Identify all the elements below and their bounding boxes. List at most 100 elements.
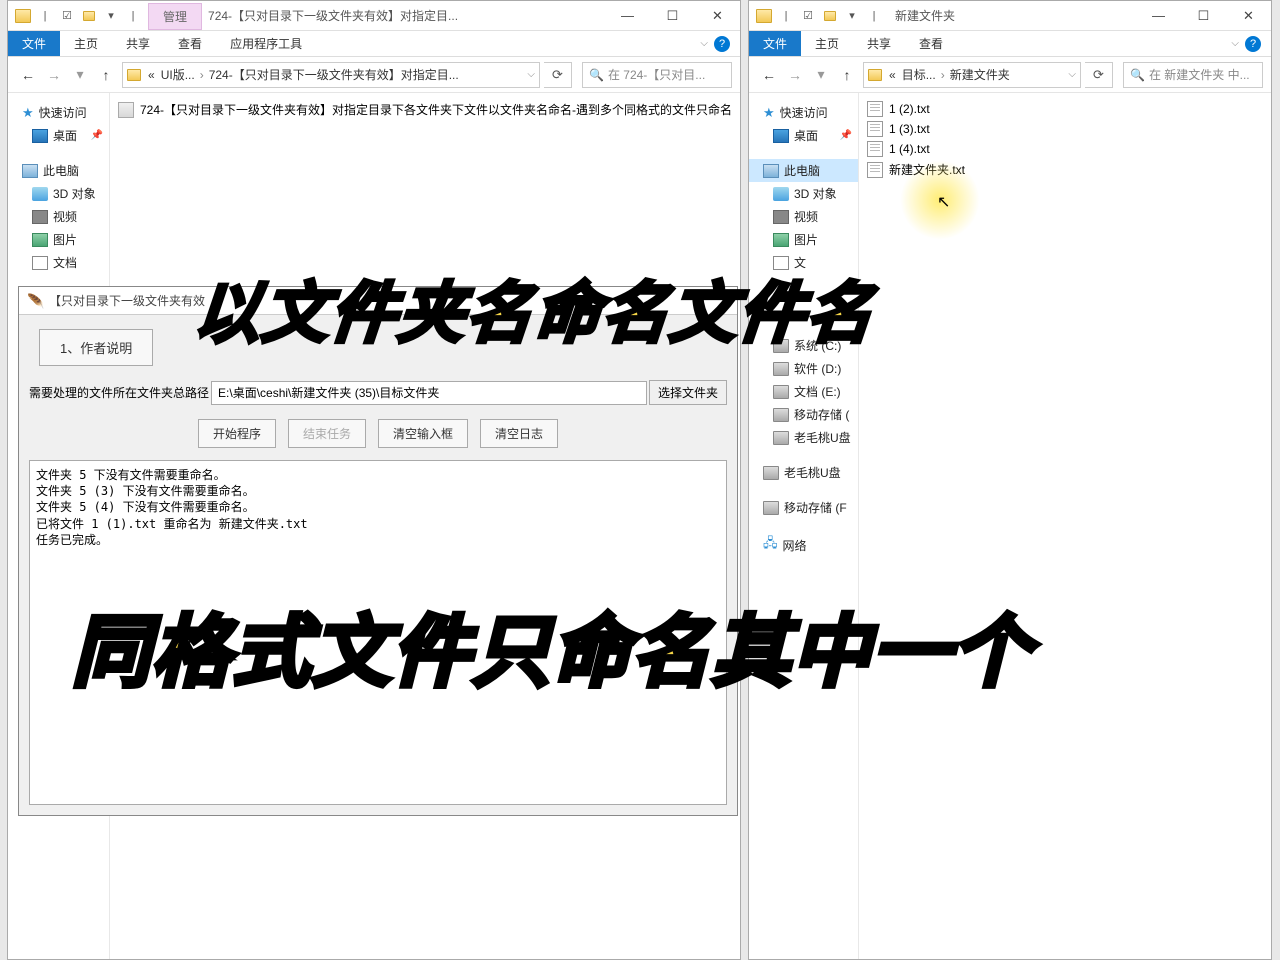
txt-icon xyxy=(867,121,883,137)
forward-button[interactable]: → xyxy=(783,63,807,87)
breadcrumb-prefix: « xyxy=(145,68,158,82)
sidebar-3d-objects[interactable]: 3D 对象 xyxy=(749,182,858,205)
search-input[interactable]: 🔍 在 724-【只对目... xyxy=(582,62,732,88)
explorer-body: ★快速访问 桌面📌 此电脑 3D 对象 视频 图片 文 系统 (C:) 软件 (… xyxy=(749,93,1271,959)
up-button[interactable]: ↑ xyxy=(94,63,118,87)
refresh-button[interactable]: ⟳ xyxy=(1085,62,1113,88)
breadcrumb-item[interactable]: 新建文件夹 xyxy=(947,66,1013,83)
search-input[interactable]: 🔍 在 新建文件夹 中... xyxy=(1123,62,1263,88)
cube-icon xyxy=(773,187,789,201)
address-dropdown-icon[interactable]: ⌵ xyxy=(527,69,535,80)
sidebar-usb2[interactable]: 老毛桃U盘 xyxy=(749,461,858,484)
recent-dropdown-icon[interactable]: ▾ xyxy=(809,63,833,87)
ribbon-tab-apptools[interactable]: 应用程序工具 xyxy=(216,31,316,56)
minimize-button[interactable]: — xyxy=(605,1,650,31)
close-button[interactable]: ✕ xyxy=(695,1,740,31)
file-item[interactable]: 1 (3).txt xyxy=(859,119,1271,139)
minimize-button[interactable]: — xyxy=(1136,1,1181,31)
folder-icon xyxy=(127,69,141,81)
drive-icon xyxy=(763,501,779,515)
help-icon[interactable]: ? xyxy=(1245,36,1261,52)
checkbox-icon[interactable]: ☑ xyxy=(799,7,817,25)
navigation-bar: ← → ▾ ↑ « 目标... › 新建文件夹 ⌵ ⟳ 🔍 在 新建文件夹 中.… xyxy=(749,57,1271,93)
file-item[interactable]: 1 (4).txt xyxy=(859,139,1271,159)
address-dropdown-icon[interactable]: ⌵ xyxy=(1068,69,1076,80)
document-icon xyxy=(32,256,48,270)
path-input[interactable] xyxy=(211,381,647,405)
sidebar-drive-d[interactable]: 软件 (D:) xyxy=(749,357,858,380)
maximize-button[interactable]: ☐ xyxy=(650,1,695,31)
file-list[interactable]: 1 (2).txt 1 (3).txt 1 (4).txt 新建文件夹.txt xyxy=(859,93,1271,959)
sidebar-3d-objects[interactable]: 3D 对象 xyxy=(8,182,109,205)
up-button[interactable]: ↑ xyxy=(835,63,859,87)
folder-icon xyxy=(14,7,32,25)
ribbon-tab-view[interactable]: 查看 xyxy=(164,31,216,56)
author-info-button[interactable]: 1、作者说明 xyxy=(39,329,153,366)
contextual-tab-manage[interactable]: 管理 xyxy=(148,3,202,30)
sidebar-this-pc[interactable]: 此电脑 xyxy=(8,159,109,182)
breadcrumb-item[interactable]: UI版... xyxy=(158,66,198,83)
forward-button[interactable]: → xyxy=(42,63,66,87)
checkbox-icon[interactable]: ☑ xyxy=(58,7,76,25)
sidebar-documents[interactable]: 文档 xyxy=(8,251,109,274)
maximize-button[interactable]: ☐ xyxy=(1181,1,1226,31)
ribbon-tab-share[interactable]: 共享 xyxy=(112,31,164,56)
ribbon-collapse-icon[interactable]: ⌵ xyxy=(700,38,708,49)
back-button[interactable]: ← xyxy=(757,63,781,87)
sidebar-videos[interactable]: 视频 xyxy=(8,205,109,228)
back-button[interactable]: ← xyxy=(16,63,40,87)
start-button[interactable]: 开始程序 xyxy=(198,419,276,448)
clear-log-button[interactable]: 清空日志 xyxy=(480,419,558,448)
sidebar-quick-access[interactable]: ★快速访问 xyxy=(8,101,109,124)
path-label: 需要处理的文件所在文件夹总路径 xyxy=(29,384,209,401)
address-bar[interactable]: « 目标... › 新建文件夹 ⌵ xyxy=(863,62,1081,88)
overlay-text-1: 以文件夹名命名文件名 xyxy=(191,260,879,356)
window-controls: — ☐ ✕ xyxy=(1136,1,1271,31)
sidebar-network[interactable]: 🖧网络 xyxy=(749,531,858,559)
sidebar-desktop[interactable]: 桌面📌 xyxy=(749,124,858,147)
sidebar-removable[interactable]: 移动存储 ( xyxy=(749,403,858,426)
help-icon[interactable]: ? xyxy=(714,36,730,52)
sidebar-pictures[interactable]: 图片 xyxy=(749,228,858,251)
window-controls: — ☐ ✕ xyxy=(605,1,740,31)
ribbon-tab-share[interactable]: 共享 xyxy=(853,31,905,56)
end-button[interactable]: 结束任务 xyxy=(288,419,366,448)
star-icon: ★ xyxy=(22,105,34,121)
qat-sep2: | xyxy=(865,7,883,25)
browse-button[interactable]: 选择文件夹 xyxy=(649,380,727,405)
ribbon-tab-view[interactable]: 查看 xyxy=(905,31,957,56)
ribbon-tab-file[interactable]: 文件 xyxy=(8,31,60,56)
sidebar-quick-access[interactable]: ★快速访问 xyxy=(749,101,858,124)
file-name: 724-【只对目录下一级文件夹有效】对指定目录下各文件夹下文件以文件夹名命名-遇… xyxy=(140,101,732,118)
pin-icon: 📌 xyxy=(840,130,852,141)
sidebar-pictures[interactable]: 图片 xyxy=(8,228,109,251)
file-item[interactable]: 1 (2).txt xyxy=(859,99,1271,119)
ribbon-tab-file[interactable]: 文件 xyxy=(749,31,801,56)
close-button[interactable]: ✕ xyxy=(1226,1,1271,31)
qat-dropdown-icon[interactable]: ▾ xyxy=(102,7,120,25)
sidebar-usb[interactable]: 老毛桃U盘 xyxy=(749,426,858,449)
sidebar-removable2[interactable]: 移动存储 (F xyxy=(749,496,858,519)
ribbon-tab-home[interactable]: 主页 xyxy=(801,31,853,56)
clear-input-button[interactable]: 清空输入框 xyxy=(378,419,468,448)
txt-icon xyxy=(867,162,883,178)
refresh-button[interactable]: ⟳ xyxy=(544,62,572,88)
breadcrumb-item[interactable]: 724-【只对目录下一级文件夹有效】对指定目... xyxy=(206,66,462,83)
recent-dropdown-icon[interactable]: ▾ xyxy=(68,63,92,87)
overlay-text-2: 同格式文件只命名其中一个 xyxy=(72,590,1032,702)
breadcrumb-item[interactable]: 目标... xyxy=(899,66,939,83)
file-item[interactable]: 新建文件夹.txt xyxy=(859,159,1271,180)
file-item[interactable]: 724-【只对目录下一级文件夹有效】对指定目录下各文件夹下文件以文件夹名命名-遇… xyxy=(110,99,740,120)
search-placeholder: 在 724-【只对目... xyxy=(608,66,705,83)
sidebar-drive-e[interactable]: 文档 (E:) xyxy=(749,380,858,403)
qat-sep2: | xyxy=(124,7,142,25)
sidebar-videos[interactable]: 视频 xyxy=(749,205,858,228)
folder-small-icon xyxy=(821,7,839,25)
ribbon-collapse-icon[interactable]: ⌵ xyxy=(1231,38,1239,49)
address-bar[interactable]: « UI版... › 724-【只对目录下一级文件夹有效】对指定目... ⌵ xyxy=(122,62,540,88)
ribbon-tab-home[interactable]: 主页 xyxy=(60,31,112,56)
qat-dropdown-icon[interactable]: ▾ xyxy=(843,7,861,25)
sidebar-desktop[interactable]: 桌面📌 xyxy=(8,124,109,147)
folder-icon xyxy=(868,69,882,81)
sidebar-this-pc[interactable]: 此电脑 xyxy=(749,159,858,182)
